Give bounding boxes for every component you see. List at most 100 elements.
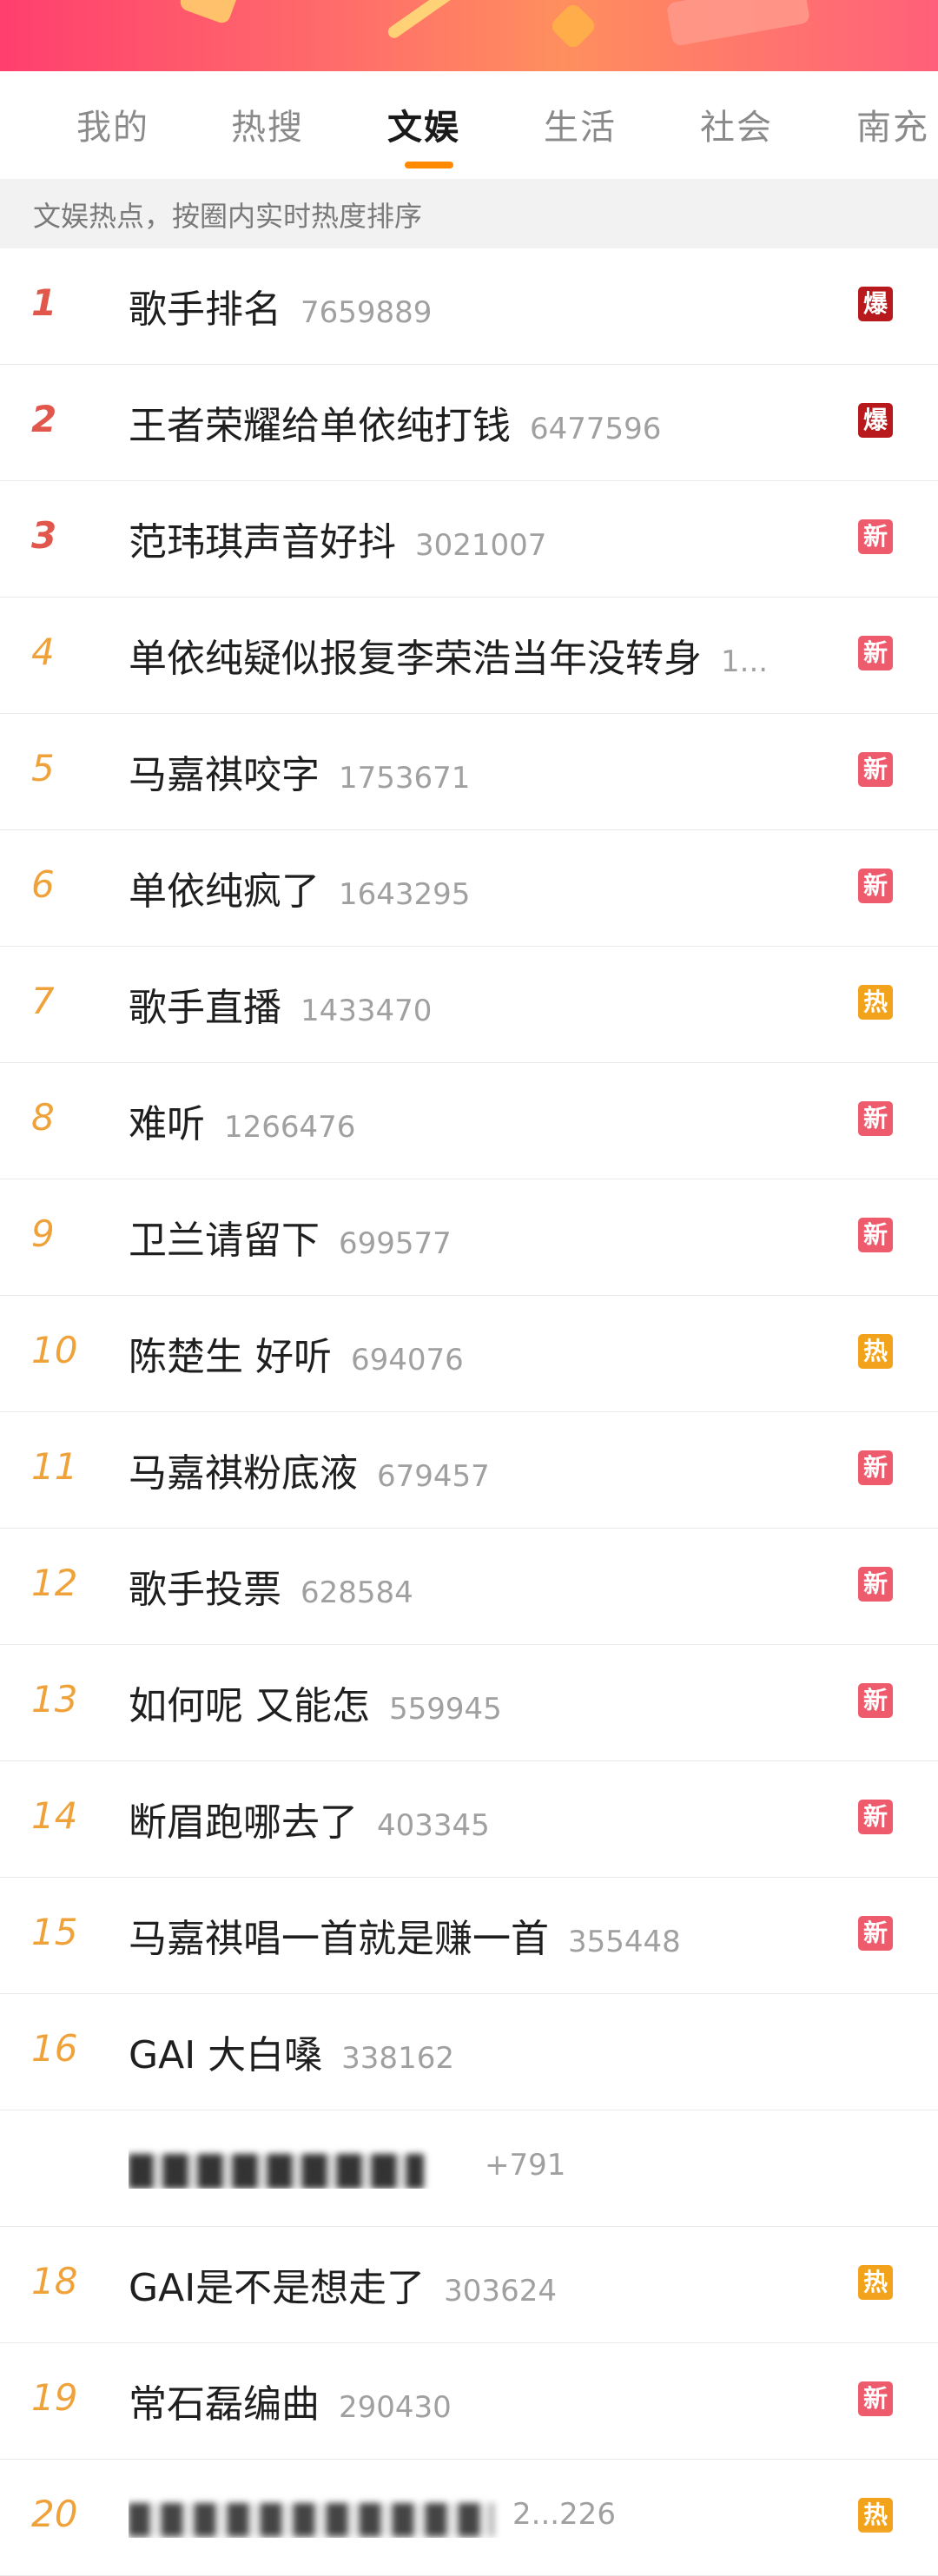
heat-count: 7659889: [301, 295, 433, 330]
top-banner[interactable]: [0, 0, 938, 71]
rank-number: 12: [31, 1562, 78, 1604]
hot-search-row[interactable]: 19 常石磊编曲 290430 新: [0, 2343, 938, 2460]
hot-search-row[interactable]: 16 GAI 大白嗓 338162: [0, 1994, 938, 2110]
rank-number: 3: [31, 514, 57, 557]
banner-decoration: [386, 0, 457, 41]
hot-search-row[interactable]: 3 范玮琪声音好抖 3021007 新: [0, 481, 938, 598]
hot-search-title[interactable]: 歌手投票: [129, 1568, 281, 1612]
heat-count: 3021007: [415, 528, 547, 563]
hot-search-text[interactable]: 范玮琪声音好抖 3021007: [129, 511, 832, 566]
hot-search-row[interactable]: 2 王者荣耀给单依纯打钱 6477596 爆: [0, 365, 938, 481]
hot-search-title[interactable]: 如何呢 又能怎: [129, 1684, 370, 1728]
hot-search-title[interactable]: 歌手排名: [129, 287, 281, 332]
hot-search-list: 1 歌手排名 7659889 爆 2 王者荣耀给单依纯打钱 6477596 爆 3 范玮琪声音好抖…: [0, 248, 938, 2576]
hot-search-text[interactable]: 歌手投票 628584: [129, 1558, 832, 1614]
category-tabs: 我的 热搜 文娱 生活 社会 南充: [0, 71, 938, 180]
hot-search-title[interactable]: 陈楚生 好听: [129, 1335, 332, 1379]
hot-search-row[interactable]: 6 单依纯疯了 1643295 新: [0, 830, 938, 947]
rank-number: 10: [31, 1329, 78, 1371]
hot-search-title[interactable]: 常石磊编曲: [129, 2382, 320, 2427]
hot-search-title[interactable]: 难听: [129, 1102, 205, 1146]
hot-search-text[interactable]: 单依纯疑似报复李荣浩当年没转身 1...: [129, 627, 832, 683]
hot-search-title[interactable]: GAI是不是想走了: [129, 2266, 425, 2310]
status-badge: 新: [858, 1218, 893, 1252]
hot-search-row[interactable]: 12 歌手投票 628584 新: [0, 1529, 938, 1645]
tab-life[interactable]: 生活: [544, 99, 617, 149]
hot-search-row[interactable]: 7 歌手直播 1433470 热: [0, 947, 938, 1063]
rank-number: 5: [31, 747, 55, 789]
status-badge: 新: [858, 1683, 893, 1718]
hot-search-row[interactable]: 10 陈楚生 好听 694076 热: [0, 1296, 938, 1412]
rank-number: 20: [31, 2493, 78, 2535]
hot-search-row[interactable]: 8 难听 1266476 新: [0, 1063, 938, 1179]
hot-search-text[interactable]: 歌手排名 7659889: [129, 278, 832, 334]
hot-search-text[interactable]: 马嘉祺咬字 1753671: [129, 743, 832, 799]
heat-count: +791: [485, 2148, 566, 2183]
hot-search-text[interactable]: 难听 1266476: [129, 1093, 832, 1148]
obscured-title: [129, 2153, 424, 2189]
hot-search-row[interactable]: +791: [0, 2110, 938, 2227]
rank-number: 6: [31, 863, 55, 906]
hot-search-text[interactable]: 卫兰请留下 699577: [129, 1209, 832, 1265]
status-badge: 新: [858, 1450, 893, 1485]
hot-search-text[interactable]: 断眉跑哪去了 403345: [129, 1791, 832, 1846]
ranking-description: 文娱热点，按圈内实时热度排序: [33, 200, 423, 233]
hot-search-row[interactable]: 11 马嘉祺粉底液 679457 新: [0, 1412, 938, 1529]
status-badge: 新: [858, 1916, 893, 1951]
hot-search-text[interactable]: 马嘉祺粉底液 679457: [129, 1442, 832, 1497]
hot-search-text[interactable]: 陈楚生 好听 694076: [129, 1325, 832, 1381]
hot-search-row[interactable]: 4 单依纯疑似报复李荣浩当年没转身 1... 新: [0, 598, 938, 714]
hot-search-title[interactable]: 卫兰请留下: [129, 1219, 320, 1263]
heat-count: 2...226: [512, 2497, 616, 2532]
hot-search-text[interactable]: 王者荣耀给单依纯打钱 6477596: [129, 394, 832, 450]
hot-search-row[interactable]: 20 2...226 热: [0, 2460, 938, 2576]
heat-count: 6477596: [530, 412, 662, 446]
hot-search-text[interactable]: 2...226: [129, 2489, 832, 2538]
hot-search-row[interactable]: 13 如何呢 又能怎 559945 新: [0, 1645, 938, 1761]
hot-search-title[interactable]: 王者荣耀给单依纯打钱: [129, 404, 511, 448]
hot-search-text[interactable]: 歌手直播 1433470: [129, 976, 832, 1032]
heat-count: 355448: [568, 1925, 681, 1959]
hot-search-title[interactable]: 马嘉祺粉底液: [129, 1451, 358, 1496]
hot-search-title[interactable]: 歌手直播: [129, 986, 281, 1030]
status-badge: 爆: [858, 287, 893, 321]
hot-search-text[interactable]: GAI是不是想走了 303624: [129, 2256, 832, 2312]
hot-search-title[interactable]: 断眉跑哪去了: [129, 1800, 358, 1845]
hot-search-text[interactable]: +791: [129, 2140, 832, 2189]
heat-count: 1266476: [224, 1110, 356, 1145]
hot-search-text[interactable]: 马嘉祺唱一首就是赚一首 355448: [129, 1907, 832, 1963]
status-badge: 新: [858, 519, 893, 554]
hot-search-row[interactable]: 14 断眉跑哪去了 403345 新: [0, 1761, 938, 1878]
hot-search-text[interactable]: GAI 大白嗓 338162: [129, 2024, 832, 2079]
hot-search-text[interactable]: 如何呢 又能怎 559945: [129, 1674, 832, 1730]
hot-search-title[interactable]: 单依纯疯了: [129, 869, 320, 914]
hot-search-row[interactable]: 9 卫兰请留下 699577 新: [0, 1179, 938, 1296]
tab-society[interactable]: 社会: [700, 99, 773, 149]
tab-entertainment[interactable]: 文娱: [387, 99, 460, 149]
heat-count: 303624: [444, 2274, 557, 2308]
hot-search-title[interactable]: 马嘉祺唱一首就是赚一首: [129, 1917, 549, 1961]
hot-search-row[interactable]: 18 GAI是不是想走了 303624 热: [0, 2227, 938, 2343]
status-badge: 新: [858, 1567, 893, 1602]
hot-search-row[interactable]: 15 马嘉祺唱一首就是赚一首 355448 新: [0, 1878, 938, 1994]
hot-search-title[interactable]: GAI 大白嗓: [129, 2033, 322, 2077]
hot-search-title[interactable]: 马嘉祺咬字: [129, 753, 320, 797]
rank-number: 9: [31, 1212, 55, 1255]
status-badge: 热: [858, 2498, 893, 2533]
status-badge: 爆: [858, 403, 893, 438]
rank-number: 19: [31, 2376, 78, 2419]
hot-search-title[interactable]: 单依纯疑似报复李荣浩当年没转身: [129, 637, 702, 681]
tab-hot-search[interactable]: 热搜: [231, 99, 304, 149]
hot-search-row[interactable]: 1 歌手排名 7659889 爆: [0, 248, 938, 365]
hot-search-text[interactable]: 常石磊编曲 290430: [129, 2373, 832, 2428]
banner-decoration: [177, 0, 240, 26]
tab-nanchong[interactable]: 南充: [856, 99, 929, 149]
heat-count: 679457: [377, 1459, 490, 1494]
hot-search-row[interactable]: 5 马嘉祺咬字 1753671 新: [0, 714, 938, 830]
rank-number: 2: [31, 398, 57, 440]
tab-mine[interactable]: 我的: [76, 99, 149, 149]
hot-search-title[interactable]: 范玮琪声音好抖: [129, 520, 396, 565]
hot-search-text[interactable]: 单依纯疯了 1643295: [129, 860, 832, 915]
rank-number: 7: [31, 980, 55, 1022]
heat-count: 1433470: [301, 994, 433, 1028]
